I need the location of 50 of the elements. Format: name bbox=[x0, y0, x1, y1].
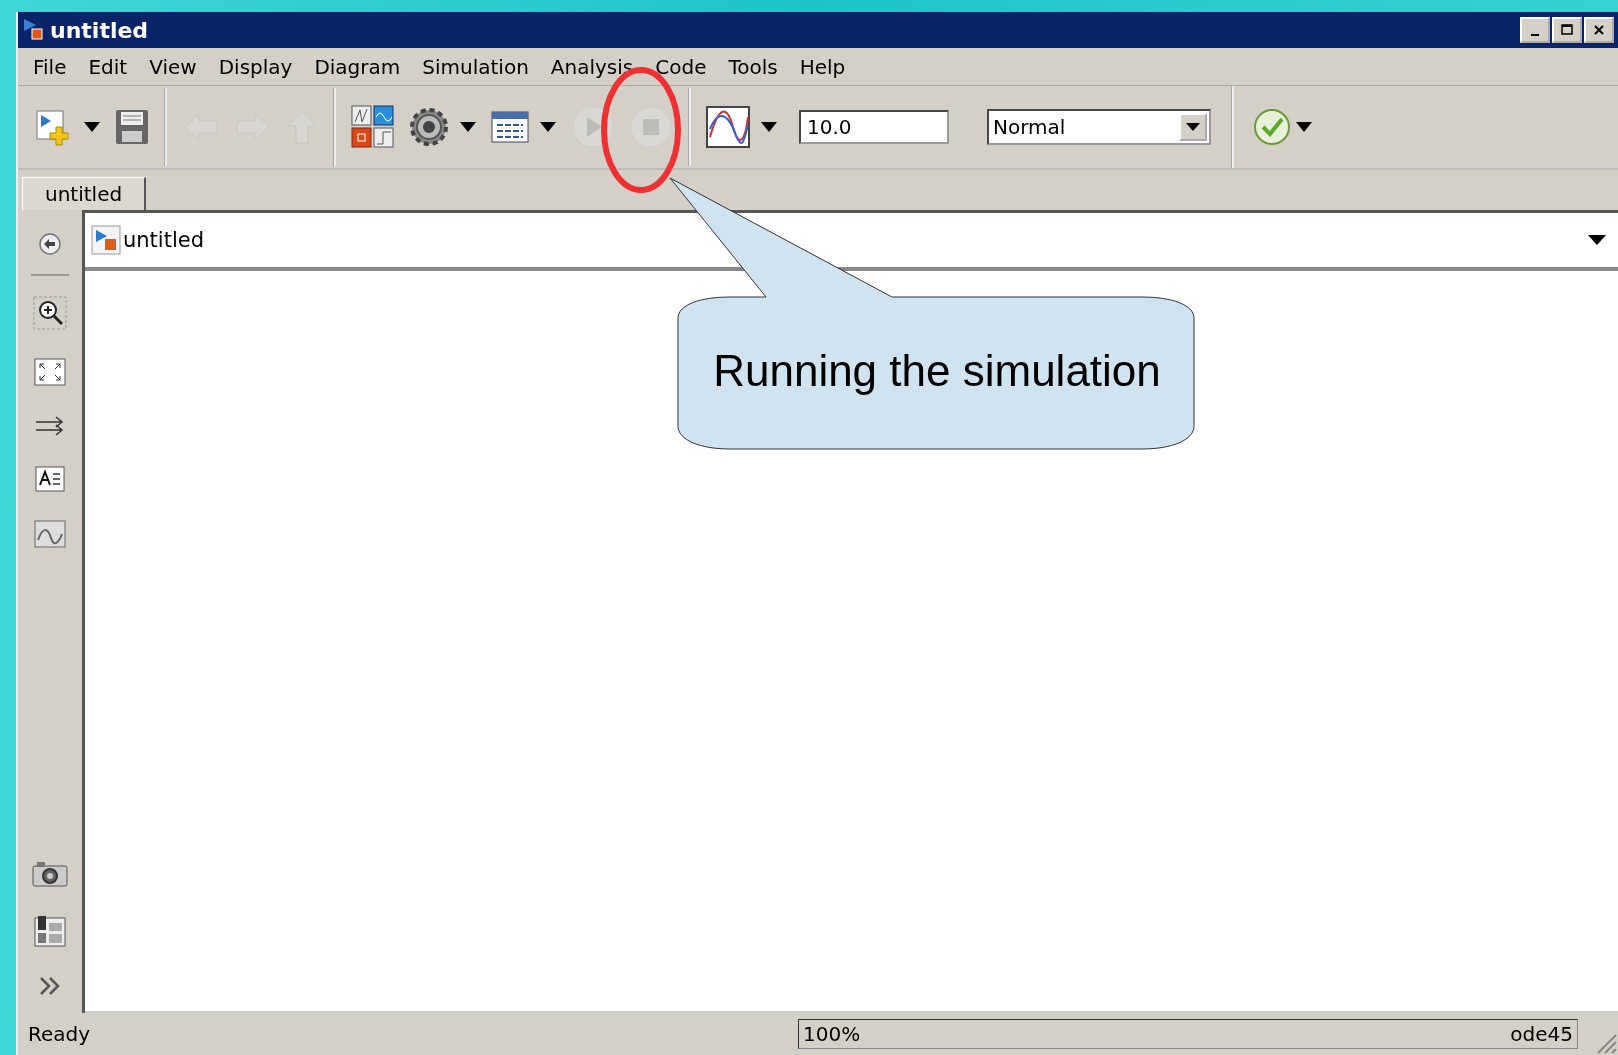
menu-item[interactable]: Edit bbox=[77, 54, 139, 79]
wave-chart-icon bbox=[705, 105, 751, 149]
callout-text: Running the simulation bbox=[712, 346, 1162, 396]
menu-item[interactable]: File bbox=[22, 54, 78, 79]
camera-icon[interactable] bbox=[32, 861, 68, 887]
simulation-mode-dropdown[interactable]: Normal bbox=[987, 109, 1211, 145]
menu-item[interactable]: Simulation bbox=[411, 54, 540, 79]
status-text: Ready bbox=[28, 1022, 92, 1046]
annotation-icon[interactable] bbox=[35, 466, 65, 492]
image-icon[interactable] bbox=[34, 520, 66, 548]
layout-icon[interactable] bbox=[34, 915, 66, 947]
play-icon bbox=[570, 104, 616, 150]
minimize-button[interactable] bbox=[1520, 17, 1550, 43]
dropdown-caret-icon[interactable] bbox=[1588, 235, 1606, 245]
stop-time-field[interactable]: 10.0 bbox=[799, 110, 949, 144]
maximize-icon bbox=[1560, 23, 1574, 37]
double-chevron-icon[interactable] bbox=[38, 975, 62, 997]
fit-view-icon[interactable] bbox=[34, 358, 66, 386]
dropdown-caret-icon[interactable] bbox=[540, 122, 556, 132]
window-title: untitled bbox=[50, 17, 149, 43]
arrows-icon[interactable] bbox=[34, 414, 66, 438]
zoom-icon[interactable] bbox=[33, 296, 67, 330]
zoom-level: 100% bbox=[803, 1022, 861, 1046]
menu-item[interactable]: Display bbox=[207, 54, 304, 79]
dropdown-caret-icon[interactable] bbox=[761, 122, 777, 132]
menu-item[interactable]: Tools bbox=[717, 54, 789, 79]
menu-item[interactable]: Code bbox=[644, 54, 718, 79]
solver-name: ode45 bbox=[1510, 1022, 1573, 1046]
model-tab[interactable]: untitled bbox=[22, 177, 147, 210]
dropdown-caret-icon[interactable] bbox=[1296, 122, 1312, 132]
gear-icon bbox=[408, 106, 450, 148]
caret-icon bbox=[1186, 123, 1200, 131]
check-icon[interactable] bbox=[1252, 107, 1292, 147]
model-icon bbox=[22, 17, 46, 43]
maximize-button[interactable] bbox=[1552, 17, 1582, 43]
table-icon bbox=[490, 110, 530, 144]
close-button[interactable] bbox=[1584, 17, 1614, 43]
menu-item[interactable]: Diagram bbox=[303, 54, 412, 79]
minimize-icon bbox=[1531, 34, 1539, 36]
back-icon[interactable] bbox=[38, 232, 62, 256]
block-grid-icon bbox=[350, 104, 396, 150]
model-icon bbox=[91, 225, 121, 255]
menu-item[interactable]: Help bbox=[788, 54, 857, 79]
dropdown-caret-icon[interactable] bbox=[84, 122, 100, 132]
stop-icon bbox=[628, 104, 674, 150]
menu-item[interactable]: Analysis bbox=[539, 54, 645, 79]
dropdown-caret-icon[interactable] bbox=[460, 122, 476, 132]
breadcrumb-path[interactable]: untitled bbox=[123, 228, 204, 252]
close-icon bbox=[1592, 23, 1606, 37]
menu-item[interactable]: View bbox=[138, 54, 208, 79]
